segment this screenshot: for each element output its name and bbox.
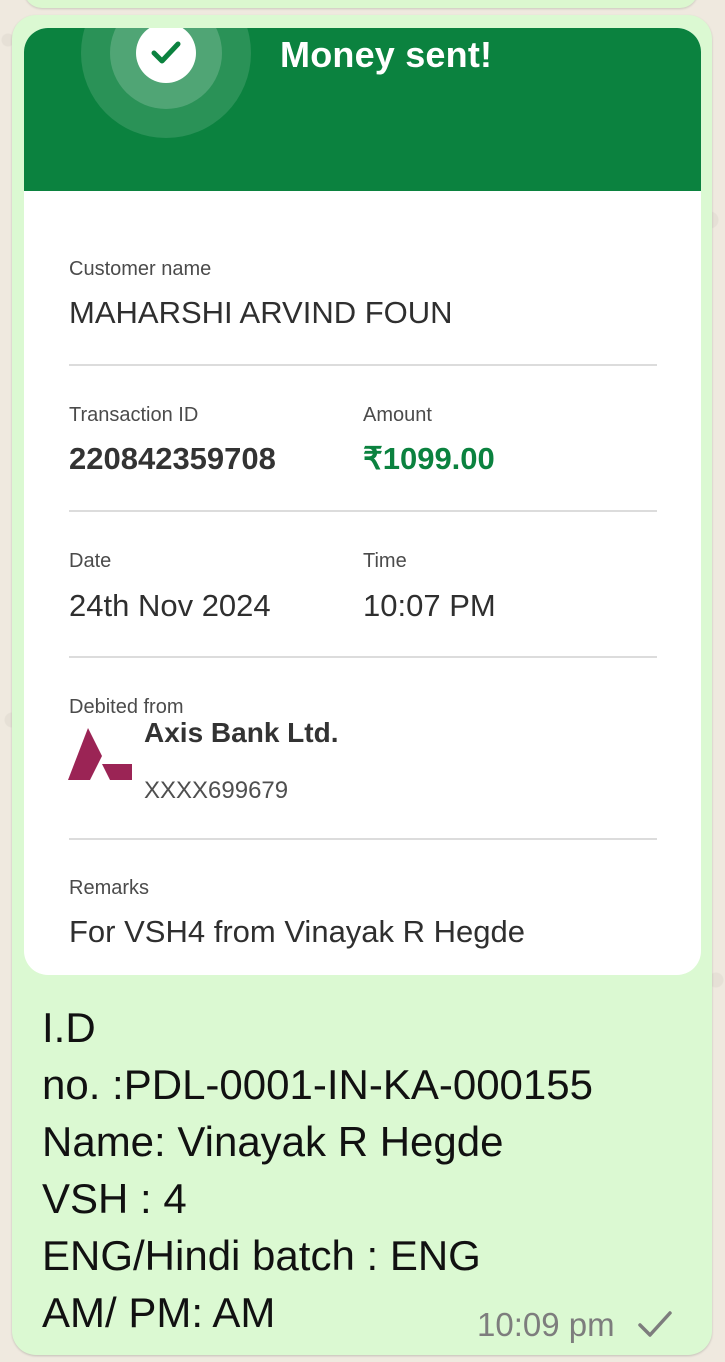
bank-name: Axis Bank Ltd. [144,717,339,748]
divider [69,510,657,512]
receipt-header: Money sent! [24,28,701,191]
time-value: 10:07 PM [363,588,496,623]
message-line: I.D [42,1004,96,1051]
success-ring [81,28,251,138]
message-text: I.D no. :PDL-0001-IN-KA-000155 Name: Vin… [42,999,672,1341]
message-line: VSH : 4 [42,1175,187,1222]
date-value: 24th Nov 2024 [69,588,271,623]
divider [69,656,657,658]
message-line: ENG/Hindi batch : ENG [42,1232,481,1279]
transaction-id-value: 220842359708 [69,441,276,476]
sent-message-bubble[interactable]: Money sent! Customer name MAHARSHI ARVIN… [12,15,712,1355]
date-label: Date [69,550,112,572]
payment-receipt-card[interactable]: Money sent! Customer name MAHARSHI ARVIN… [24,28,701,975]
message-line: no. :PDL-0001-IN-KA-000155 [42,1061,593,1108]
bank-account-number: XXXX699679 [144,777,289,804]
time-label: Time [363,550,407,572]
previous-message-bubble-edge[interactable] [24,0,698,8]
divider [69,838,657,840]
message-line: Name: Vinayak R Hegde [42,1118,504,1165]
remarks-value: For VSH4 from Vinayak R Hegde [69,914,526,949]
success-ring-inner [110,28,222,109]
customer-name-label: Customer name [69,258,212,280]
message-timestamp: 10:09 pm [477,1306,615,1343]
checkmark-icon [136,28,196,83]
receipt-title: Money sent! [280,34,493,75]
single-check-icon [638,1311,672,1337]
amount-label: Amount [363,404,432,426]
remarks-label: Remarks [69,877,150,899]
customer-name-value: MAHARSHI ARVIND FOUN [69,295,453,330]
amount-value: ₹1099.00 [363,441,495,476]
divider [69,364,657,366]
transaction-id-label: Transaction ID [69,404,199,426]
axis-bank-logo [68,728,132,780]
